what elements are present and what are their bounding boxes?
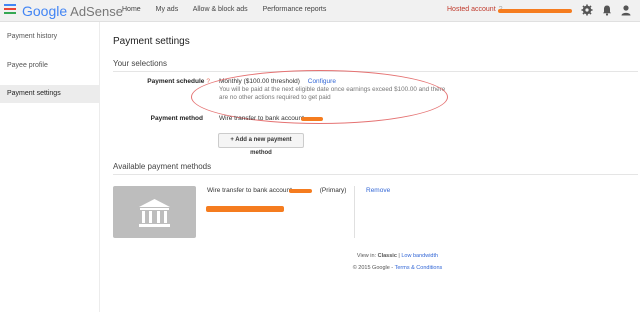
bank-card-image bbox=[113, 186, 196, 238]
sidebar: Payment history Payee profile Payment se… bbox=[0, 22, 100, 312]
main-nav: Home My ads Allow & block ads Performanc… bbox=[122, 6, 339, 13]
bank-icon bbox=[139, 199, 170, 227]
redacted-account-details bbox=[206, 206, 284, 212]
hosted-account-label: Hosted account bbox=[447, 6, 496, 13]
sidebar-item-payment-settings[interactable]: Payment settings bbox=[0, 85, 100, 103]
redacted-account-digits bbox=[289, 189, 312, 193]
available-method-label: Wire transfer to bank account bbox=[207, 187, 292, 194]
selections-heading: Your selections bbox=[113, 59, 167, 68]
add-payment-method-button[interactable]: + Add a new payment method bbox=[218, 133, 304, 156]
section-divider bbox=[113, 174, 638, 175]
available-method-name: Wire transfer to bank account (Primary) bbox=[207, 187, 346, 194]
available-methods-heading: Available payment methods bbox=[113, 162, 212, 171]
view-in-label: View in: bbox=[356, 253, 377, 259]
gear-icon[interactable] bbox=[581, 4, 593, 16]
card-divider bbox=[354, 186, 355, 238]
top-bar: Google AdSense Home My ads Allow & block … bbox=[0, 0, 640, 22]
payment-schedule-label-text: Payment schedule bbox=[147, 78, 205, 85]
main-content: Payment settings Your selections Payment… bbox=[100, 22, 640, 312]
account-avatar-icon[interactable] bbox=[620, 4, 632, 16]
nav-allow-block-ads[interactable]: Allow & block ads bbox=[193, 6, 248, 13]
nav-performance-reports[interactable]: Performance reports bbox=[263, 6, 327, 13]
footer-separator: | bbox=[398, 253, 400, 259]
view-mode-footer: View in: Classic | Low bandwidth bbox=[100, 253, 640, 259]
apps-menu-icon[interactable] bbox=[4, 4, 16, 18]
product-name: AdSense bbox=[70, 4, 123, 19]
copyright-text: © 2015 Google - bbox=[352, 265, 394, 271]
nav-my-ads[interactable]: My ads bbox=[156, 6, 179, 13]
terms-link[interactable]: Terms & Conditions bbox=[395, 265, 443, 271]
sidebar-item-label: Payment history bbox=[7, 33, 58, 40]
payment-method-value: Wire transfer to bank account bbox=[219, 115, 304, 122]
sidebar-item-label: Payment settings bbox=[7, 90, 61, 97]
bell-icon[interactable] bbox=[601, 4, 613, 16]
low-bandwidth-link[interactable]: Low bandwidth bbox=[401, 253, 438, 259]
sidebar-item-payment-history[interactable]: Payment history bbox=[0, 28, 100, 46]
copyright-footer: © 2015 Google - Terms & Conditions bbox=[100, 265, 640, 271]
page-title: Payment settings bbox=[113, 36, 190, 47]
primary-badge: (Primary) bbox=[319, 187, 347, 194]
redacted-account-name bbox=[498, 9, 572, 13]
sidebar-item-label: Payee profile bbox=[7, 62, 48, 69]
hosted-account-link[interactable]: Hosted account? bbox=[447, 6, 503, 13]
remove-link[interactable]: Remove bbox=[366, 187, 390, 194]
view-classic: Classic bbox=[377, 253, 397, 259]
sidebar-item-payee-profile[interactable]: Payee profile bbox=[0, 57, 100, 75]
nav-home[interactable]: Home bbox=[122, 6, 141, 13]
payment-method-label: Payment method bbox=[150, 115, 203, 122]
adsense-logo[interactable]: Google AdSense bbox=[22, 3, 123, 19]
google-wordmark: Google bbox=[22, 3, 68, 19]
payment-schedule-label: Payment schedule? bbox=[110, 78, 210, 85]
redacted-account-digits bbox=[301, 117, 323, 121]
